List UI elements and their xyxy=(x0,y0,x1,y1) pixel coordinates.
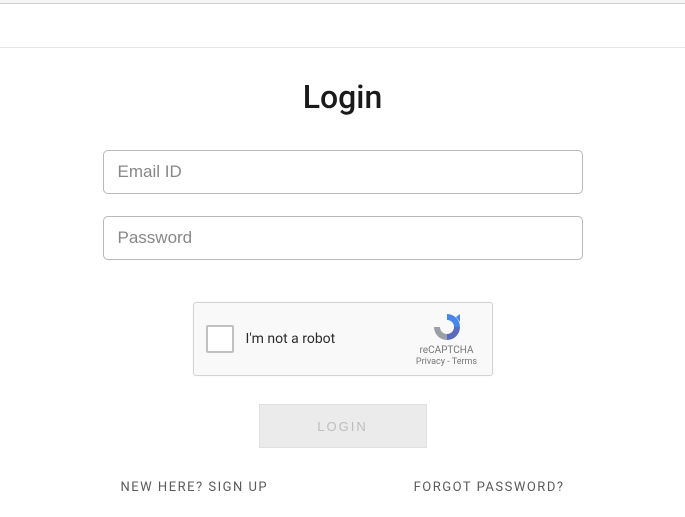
login-form-container: Login I'm not a robot reCAPTCHA Privacy xyxy=(0,48,685,495)
email-field[interactable] xyxy=(103,150,583,194)
recaptcha-terms-link[interactable]: Terms xyxy=(452,357,477,367)
recaptcha-branding: reCAPTCHA Privacy - Terms xyxy=(414,311,480,367)
recaptcha-label: I'm not a robot xyxy=(246,331,414,347)
recaptcha-container: I'm not a robot reCAPTCHA Privacy - Term… xyxy=(193,302,493,376)
header-bar xyxy=(0,4,685,48)
signup-link[interactable]: NEW HERE? SIGN UP xyxy=(121,480,269,495)
recaptcha-brand-text: reCAPTCHA xyxy=(419,345,473,356)
recaptcha-checkbox[interactable] xyxy=(206,325,234,353)
bottom-links-row: NEW HERE? SIGN UP FORGOT PASSWORD? xyxy=(103,480,583,495)
recaptcha-widget: I'm not a robot reCAPTCHA Privacy - Term… xyxy=(193,302,493,376)
recaptcha-privacy-link[interactable]: Privacy xyxy=(416,357,445,367)
page-title: Login xyxy=(303,78,383,116)
recaptcha-icon xyxy=(431,311,463,343)
recaptcha-legal-links: Privacy - Terms xyxy=(416,357,477,367)
login-button[interactable]: LOGIN xyxy=(259,404,427,448)
forgot-password-link[interactable]: FORGOT PASSWORD? xyxy=(414,480,565,495)
password-field[interactable] xyxy=(103,216,583,260)
